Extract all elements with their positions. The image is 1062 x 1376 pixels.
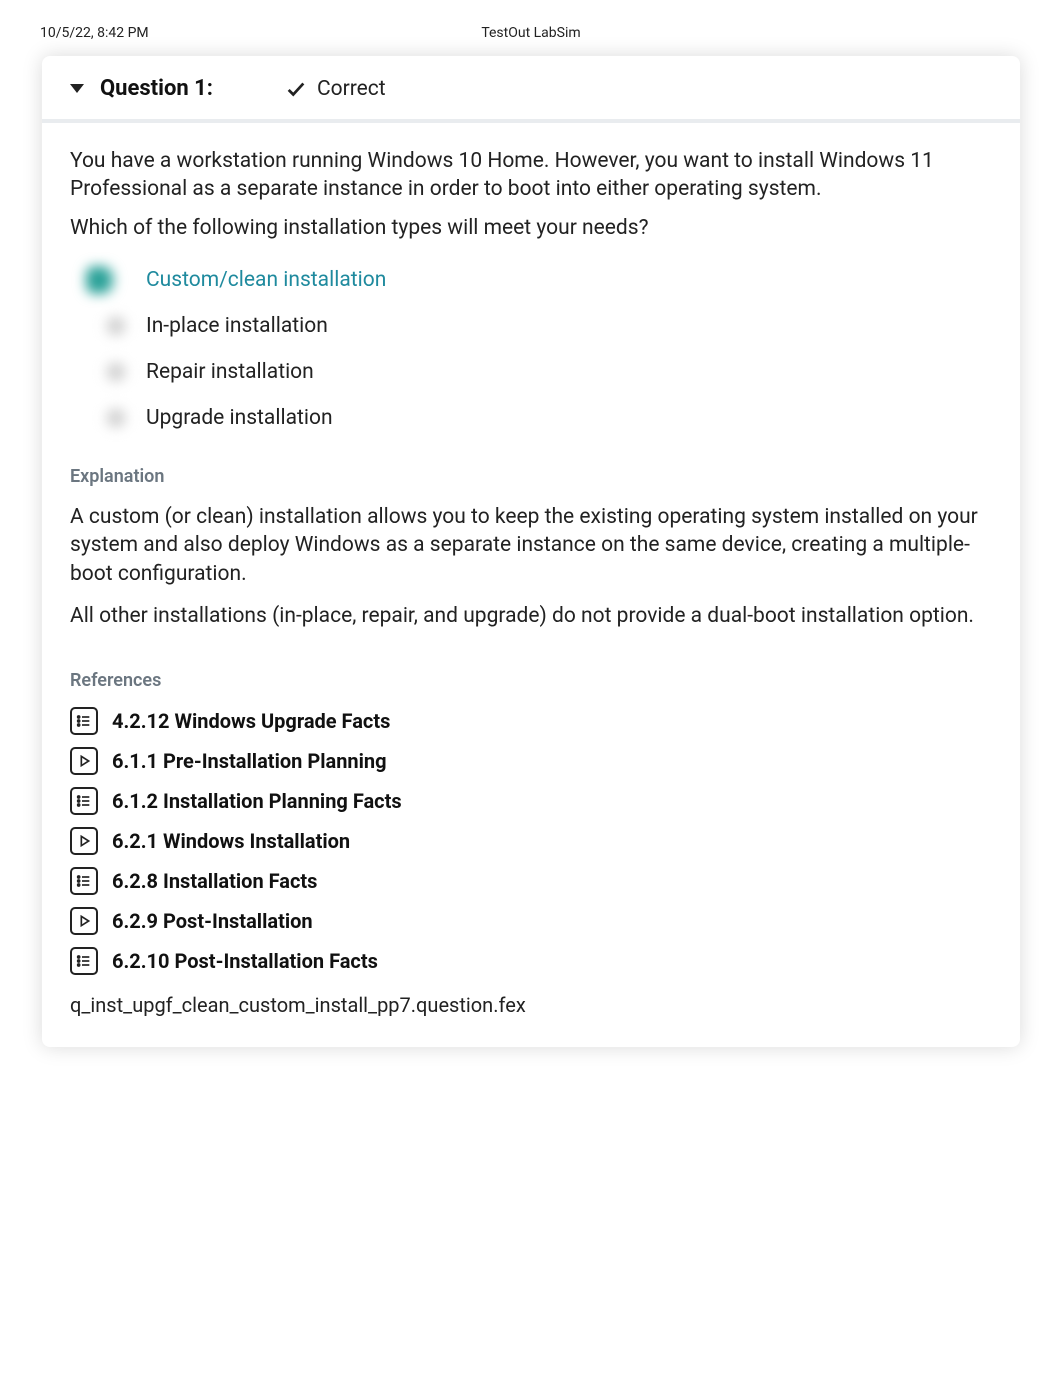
status-text: Correct — [317, 77, 386, 101]
reference-label: 6.2.10 Post-Installation Facts — [112, 949, 378, 973]
question-body: You have a workstation running Windows 1… — [42, 123, 1020, 1047]
options-list: Custom/clean installation In-place insta… — [70, 266, 992, 432]
reference-label: 4.2.12 Windows Upgrade Facts — [112, 709, 390, 733]
references-section: References 4.2.12 Windows Upgrade Facts … — [70, 670, 992, 975]
reference-link[interactable]: 6.1.1 Pre-Installation Planning — [70, 747, 992, 775]
option-row[interactable]: Custom/clean installation — [86, 266, 992, 294]
reference-label: 6.2.9 Post-Installation — [112, 909, 313, 933]
explanation-p2: All other installations (in-place, repai… — [70, 602, 992, 630]
question-stem-2: Which of the following installation type… — [70, 214, 992, 242]
question-stem-1: You have a workstation running Windows 1… — [70, 147, 992, 204]
question-label: Question 1: — [100, 76, 213, 101]
option-row[interactable]: Repair installation — [86, 358, 992, 386]
radio-selected-icon — [86, 266, 130, 294]
radio-icon — [102, 312, 130, 340]
caret-down-icon — [70, 84, 84, 93]
question-card: Question 1: Correct You have a workstati… — [42, 56, 1020, 1047]
option-row[interactable]: In-place installation — [86, 312, 992, 340]
reference-link[interactable]: 6.2.9 Post-Installation — [70, 907, 992, 935]
question-header[interactable]: Question 1: Correct — [42, 56, 1020, 123]
reference-link[interactable]: 4.2.12 Windows Upgrade Facts — [70, 707, 992, 735]
header-timestamp: 10/5/22, 8:42 PM — [40, 25, 367, 41]
play-icon — [70, 827, 98, 855]
check-icon — [285, 78, 307, 100]
page-header: 10/5/22, 8:42 PM TestOut LabSim — [0, 0, 1062, 51]
option-label: Upgrade installation — [146, 406, 333, 430]
reference-link[interactable]: 6.1.2 Installation Planning Facts — [70, 787, 992, 815]
reference-link[interactable]: 6.2.8 Installation Facts — [70, 867, 992, 895]
play-icon — [70, 907, 98, 935]
radio-icon — [102, 358, 130, 386]
explanation-p1: A custom (or clean) installation allows … — [70, 503, 992, 588]
play-icon — [70, 747, 98, 775]
list-icon — [70, 867, 98, 895]
option-label: Repair installation — [146, 360, 314, 384]
references-heading: References — [70, 670, 992, 691]
reference-link[interactable]: 6.2.1 Windows Installation — [70, 827, 992, 855]
option-label: Custom/clean installation — [146, 268, 386, 292]
explanation-heading: Explanation — [70, 466, 992, 487]
list-icon — [70, 947, 98, 975]
list-icon — [70, 707, 98, 735]
question-id: q_inst_upgf_clean_custom_install_pp7.que… — [70, 993, 992, 1017]
option-row[interactable]: Upgrade installation — [86, 404, 992, 432]
reference-label: 6.2.1 Windows Installation — [112, 829, 350, 853]
status-badge: Correct — [285, 77, 386, 101]
reference-link[interactable]: 6.2.10 Post-Installation Facts — [70, 947, 992, 975]
reference-label: 6.1.1 Pre-Installation Planning — [112, 749, 387, 773]
reference-label: 6.2.8 Installation Facts — [112, 869, 317, 893]
reference-label: 6.1.2 Installation Planning Facts — [112, 789, 402, 813]
radio-icon — [102, 404, 130, 432]
header-app-name: TestOut LabSim — [367, 25, 694, 41]
option-label: In-place installation — [146, 314, 328, 338]
list-icon — [70, 787, 98, 815]
